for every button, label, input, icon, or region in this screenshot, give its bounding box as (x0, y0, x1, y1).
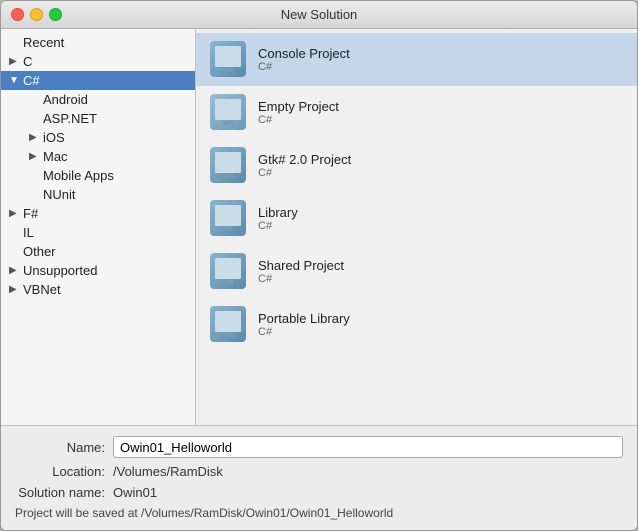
portable-info: Portable LibraryC# (258, 311, 350, 338)
arrow-icon (29, 113, 41, 125)
sidebar-item-label: Unsupported (23, 263, 97, 278)
minimize-button[interactable] (30, 8, 43, 21)
sidebar-item-other[interactable]: Other (1, 242, 195, 261)
sidebar: Recent C C#Android ASP.NET iOS Mac Mobile Apps… (1, 29, 196, 425)
library-lang: C# (258, 220, 298, 232)
sidebar-item-label: C# (23, 73, 40, 88)
location-label: Location: (15, 464, 105, 479)
sidebar-item-label: iOS (43, 130, 65, 145)
window-controls (11, 8, 62, 21)
new-solution-window: New Solution RecentCC#AndroidASP.NETiOSM… (0, 0, 638, 531)
shared-icon (208, 251, 248, 291)
sidebar-item-label: NUnit (43, 187, 76, 202)
console-info: Console ProjectC# (258, 46, 350, 73)
empty-info: Empty ProjectC# (258, 99, 339, 126)
solution-value: Owin01 (113, 485, 623, 500)
gtk-name: Gtk# 2.0 Project (258, 152, 351, 167)
project-item-gtk[interactable]: Gtk# 2.0 ProjectC# (196, 139, 637, 192)
sidebar-item-aspnet[interactable]: ASP.NET (1, 109, 195, 128)
save-path-note: Project will be saved at /Volumes/RamDis… (15, 506, 623, 520)
maximize-button[interactable] (49, 8, 62, 21)
sidebar-item-label: VBNet (23, 282, 61, 297)
bottom-form: Name: Location: /Volumes/RamDisk Solutio… (1, 425, 637, 530)
arrow-icon (9, 284, 21, 296)
close-button[interactable] (11, 8, 24, 21)
location-row: Location: /Volumes/RamDisk (15, 464, 623, 479)
console-lang: C# (258, 61, 350, 73)
content-area: RecentCC#AndroidASP.NETiOSMacMobile Apps… (1, 29, 637, 530)
arrow-icon (9, 265, 21, 277)
project-item-library[interactable]: LibraryC# (196, 192, 637, 245)
shared-name: Shared Project (258, 258, 344, 273)
sidebar-item-mobileapps[interactable]: Mobile Apps (1, 166, 195, 185)
arrow-icon (9, 56, 21, 68)
arrow-icon (29, 132, 41, 144)
solution-label: Solution name: (15, 485, 105, 500)
sidebar-item-label: ASP.NET (43, 111, 97, 126)
sidebar-item-label: F# (23, 206, 38, 221)
sidebar-item-label: Android (43, 92, 88, 107)
sidebar-item-csharp[interactable]: C# (1, 71, 195, 90)
sidebar-item-label: Other (23, 244, 56, 259)
arrow-icon (9, 227, 21, 239)
arrow-icon (29, 189, 41, 201)
sidebar-item-il[interactable]: IL (1, 223, 195, 242)
empty-icon (208, 92, 248, 132)
sidebar-item-android[interactable]: Android (1, 90, 195, 109)
sidebar-item-mac[interactable]: Mac (1, 147, 195, 166)
project-list: Console ProjectC#Empty ProjectC#Gtk# 2.0… (196, 29, 637, 425)
name-row: Name: (15, 436, 623, 458)
arrow-icon (29, 170, 41, 182)
shared-lang: C# (258, 273, 344, 285)
library-info: LibraryC# (258, 205, 298, 232)
sidebar-item-nunit[interactable]: NUnit (1, 185, 195, 204)
sidebar-item-ios[interactable]: iOS (1, 128, 195, 147)
arrow-icon (9, 75, 21, 87)
empty-lang: C# (258, 114, 339, 126)
gtk-info: Gtk# 2.0 ProjectC# (258, 152, 351, 179)
titlebar: New Solution (1, 1, 637, 29)
console-name: Console Project (258, 46, 350, 61)
portable-icon (208, 304, 248, 344)
name-label: Name: (15, 440, 105, 455)
sidebar-item-c[interactable]: C (1, 52, 195, 71)
arrow-icon (9, 246, 21, 258)
gtk-icon (208, 145, 248, 185)
gtk-lang: C# (258, 167, 351, 179)
project-item-portable[interactable]: Portable LibraryC# (196, 298, 637, 351)
sidebar-item-label: IL (23, 225, 34, 240)
console-icon (208, 39, 248, 79)
main-panels: RecentCC#AndroidASP.NETiOSMacMobile Apps… (1, 29, 637, 425)
project-item-console[interactable]: Console ProjectC# (196, 33, 637, 86)
portable-lang: C# (258, 326, 350, 338)
arrow-icon (9, 37, 21, 49)
sidebar-item-vbnet[interactable]: VBNet (1, 280, 195, 299)
sidebar-item-label: Recent (23, 35, 64, 50)
library-icon (208, 198, 248, 238)
sidebar-item-fsharp[interactable]: F# (1, 204, 195, 223)
project-item-empty[interactable]: Empty ProjectC# (196, 86, 637, 139)
arrow-icon (29, 94, 41, 106)
sidebar-item-label: Mac (43, 149, 68, 164)
sidebar-item-label: C (23, 54, 32, 69)
sidebar-item-label: Mobile Apps (43, 168, 114, 183)
location-value: /Volumes/RamDisk (113, 464, 623, 479)
project-item-shared[interactable]: Shared ProjectC# (196, 245, 637, 298)
empty-name: Empty Project (258, 99, 339, 114)
solution-row: Solution name: Owin01 (15, 485, 623, 500)
library-name: Library (258, 205, 298, 220)
name-input[interactable] (113, 436, 623, 458)
arrow-icon (9, 208, 21, 220)
window-title: New Solution (281, 7, 358, 22)
portable-name: Portable Library (258, 311, 350, 326)
arrow-icon (29, 151, 41, 163)
sidebar-item-recent[interactable]: Recent (1, 33, 195, 52)
sidebar-item-unsupported[interactable]: Unsupported (1, 261, 195, 280)
shared-info: Shared ProjectC# (258, 258, 344, 285)
